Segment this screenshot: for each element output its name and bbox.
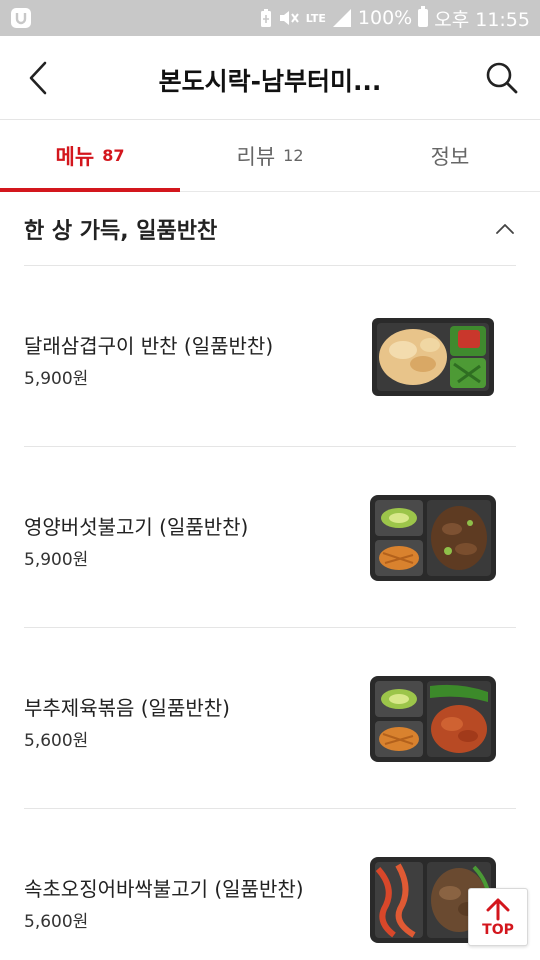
menu-item[interactable]: 속초오징어바싹불고기 (일품반찬) 5,600원 xyxy=(24,809,516,960)
signal-icon xyxy=(332,9,351,27)
battery-saver-icon xyxy=(260,9,271,27)
battery-icon xyxy=(418,6,429,27)
menu-item-photo xyxy=(370,495,496,581)
app-header: 본도시락-남부터미... xyxy=(0,36,540,120)
back-button[interactable] xyxy=(16,56,60,100)
tab-bar: 메뉴 87 리뷰 12 정보 xyxy=(0,120,540,192)
menu-item-name: 속초오징어바싹불고기 (일품반찬) xyxy=(24,877,304,901)
chevron-up-icon xyxy=(496,223,514,234)
tab-menu-count: 87 xyxy=(102,146,125,165)
tab-menu-label: 메뉴 xyxy=(55,144,95,169)
lte-icon: LTE xyxy=(306,13,326,24)
status-time: 오후 11:55 xyxy=(434,8,530,31)
app-notification-icon xyxy=(11,8,31,28)
menu-list: 달래삼겹구이 반찬 (일품반찬) 5,900원 영양버섯불고기 (일품반찬) 5… xyxy=(24,266,516,960)
menu-item[interactable]: 영양버섯불고기 (일품반찬) 5,900원 xyxy=(24,447,516,628)
tab-menu[interactable]: 메뉴 87 xyxy=(0,120,180,192)
menu-item-price: 5,600원 xyxy=(24,731,89,751)
search-button[interactable] xyxy=(480,56,524,100)
status-bar: LTE 100% 오후 11:55 xyxy=(0,0,540,36)
tab-info-label: 정보 xyxy=(430,144,470,169)
network-label: LTE xyxy=(305,11,326,25)
scroll-to-top-button[interactable]: TOP xyxy=(468,888,528,946)
menu-item-name: 부추제육볶음 (일품반찬) xyxy=(24,696,230,720)
menu-item-price: 5,900원 xyxy=(24,369,89,389)
tab-review-count: 12 xyxy=(283,146,304,165)
mute-icon xyxy=(279,11,299,25)
menu-item-price: 5,600원 xyxy=(24,912,89,932)
scroll-to-top-label: TOP xyxy=(482,921,514,938)
page-title: 본도시락-남부터미... xyxy=(158,67,382,96)
arrow-up-icon xyxy=(486,898,510,920)
menu-item[interactable]: 부추제육볶음 (일품반찬) 5,600원 xyxy=(24,628,516,809)
category-title: 한 상 가득, 일품반찬 xyxy=(24,218,218,244)
menu-item[interactable]: 달래삼겹구이 반찬 (일품반찬) 5,900원 xyxy=(24,266,516,447)
battery-percent: 100% xyxy=(357,7,413,29)
menu-item-name: 달래삼겹구이 반찬 (일품반찬) xyxy=(24,334,274,358)
tab-review-label: 리뷰 xyxy=(236,144,276,169)
search-icon xyxy=(486,62,518,94)
tab-info[interactable]: 정보 xyxy=(360,120,540,191)
tab-review[interactable]: 리뷰 12 xyxy=(180,120,360,191)
back-arrow-icon xyxy=(29,61,47,95)
menu-item-name: 영양버섯불고기 (일품반찬) xyxy=(24,515,249,539)
menu-item-photo xyxy=(370,676,496,762)
menu-item-price: 5,900원 xyxy=(24,550,89,570)
category-header[interactable]: 한 상 가득, 일품반찬 xyxy=(24,192,516,266)
menu-item-photo xyxy=(372,318,494,396)
